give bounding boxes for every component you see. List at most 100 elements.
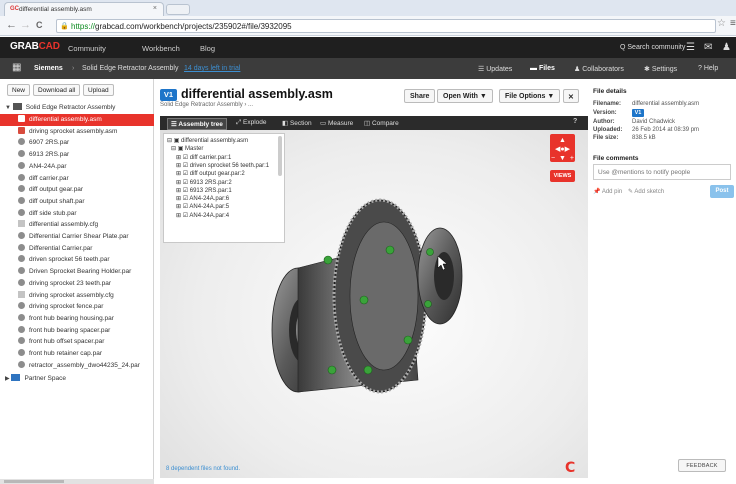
caret-down-icon[interactable]: ▼ bbox=[5, 105, 11, 111]
file-item[interactable]: differential assembly.cfg bbox=[0, 219, 154, 231]
viewer-help-icon[interactable]: ? bbox=[573, 118, 577, 125]
nav-community[interactable]: Community bbox=[68, 44, 106, 53]
new-tab-button[interactable] bbox=[166, 4, 190, 15]
apps-grid-icon[interactable]: ▦ bbox=[12, 62, 21, 73]
help-icon: ? bbox=[698, 65, 702, 72]
nav-workbench[interactable]: Workbench bbox=[142, 44, 180, 53]
file-item[interactable]: Differential Carrier Shear Plate.par bbox=[0, 231, 154, 243]
nav-help[interactable]: ? Help bbox=[698, 65, 718, 72]
file-item-label: AN4-24A.par bbox=[29, 162, 67, 170]
file-options-button[interactable]: File Options ▼ bbox=[499, 89, 561, 103]
forward-icon[interactable]: → bbox=[20, 19, 31, 32]
file-item[interactable]: front hub retainer cap.par bbox=[0, 348, 154, 360]
views-button[interactable]: VIEWS bbox=[550, 170, 575, 182]
assembly-tree-node[interactable]: ⊞ ☑ diff output gear.par:2 bbox=[167, 170, 245, 178]
file-item[interactable]: driven sprocket 56 teeth.par bbox=[0, 254, 154, 266]
tool-explode-label: Explode bbox=[243, 119, 267, 126]
new-button[interactable]: New bbox=[7, 84, 31, 96]
config-file-icon bbox=[18, 220, 25, 228]
tool-compare[interactable]: ◫ Compare bbox=[364, 119, 399, 127]
dependent-files-note[interactable]: 8 dependent files not found. bbox=[166, 466, 240, 472]
add-pin-label: Add pin bbox=[601, 189, 623, 195]
file-item[interactable]: retractor_assembly_dwo44235_24.par bbox=[0, 360, 154, 372]
caret-right-icon[interactable]: ▶ bbox=[5, 376, 10, 382]
file-item[interactable]: driving sprocket assembly.cfg bbox=[0, 290, 154, 302]
part-file-icon bbox=[18, 138, 25, 146]
file-item[interactable]: diff carrier.par bbox=[0, 173, 154, 185]
expand-icon[interactable]: ✕ bbox=[563, 89, 579, 103]
assembly-tree-node[interactable]: ⊞ ☑ diff carrier.par:1 bbox=[167, 154, 231, 162]
folder-icon bbox=[12, 103, 22, 110]
close-tab-icon[interactable]: × bbox=[153, 5, 157, 12]
assembly-3d-model[interactable] bbox=[268, 180, 478, 412]
assembly-tree-node[interactable]: ⊞ ☑ 6913 2RS.par:2 bbox=[167, 179, 232, 187]
logo-cad: CAD bbox=[38, 41, 60, 52]
open-with-button[interactable]: Open With ▼ bbox=[437, 89, 493, 103]
file-item[interactable]: driving sprocket fence.par bbox=[0, 301, 154, 313]
bookmark-star-icon[interactable]: ☆ bbox=[717, 18, 726, 29]
feedback-button[interactable]: FEEDBACK bbox=[678, 459, 726, 472]
uploaded-value: 26 Feb 2014 at 08:39 pm bbox=[632, 127, 700, 133]
search-community[interactable]: Q Search community bbox=[620, 44, 685, 51]
assembly-tree-node[interactable]: ⊞ ☑ 6913 2RS.par:1 bbox=[167, 187, 232, 195]
view-navigation-control[interactable]: ▲ ◀●▶ − ▼ + bbox=[550, 134, 575, 162]
assembly-tree-node[interactable]: ⊟ ▣ differential assembly.asm bbox=[167, 137, 248, 145]
grabcad-logo[interactable]: GRABCAD bbox=[10, 41, 60, 52]
file-item[interactable]: Driven Sprocket Bearing Holder.par bbox=[0, 266, 154, 278]
file-item[interactable]: AN4-24A.par bbox=[0, 161, 154, 173]
file-item-selected[interactable]: differential assembly.asm bbox=[0, 114, 154, 126]
file-item[interactable]: driving sprocket 23 teeth.par bbox=[0, 278, 154, 290]
tool-section[interactable]: ◧ Section bbox=[282, 119, 312, 127]
add-pin-link[interactable]: 📌 Add pin bbox=[593, 188, 622, 195]
scrollbar-thumb[interactable] bbox=[4, 480, 64, 483]
nav-files[interactable]: ▬ Files bbox=[530, 65, 555, 72]
browser-menu-icon[interactable]: ≡ bbox=[730, 18, 736, 29]
tree-scrollbar[interactable] bbox=[278, 136, 282, 176]
assembly-tree-node[interactable]: ⊞ ☑ driven sprocket 56 teeth.par:1 bbox=[167, 162, 269, 170]
tool-explode[interactable]: ⤢ Explode bbox=[236, 119, 267, 127]
assembly-tree-node[interactable]: ⊞ ☑ AN4-24A.par:4 bbox=[167, 212, 229, 220]
upload-button[interactable]: Upload bbox=[83, 84, 114, 96]
assembly-tree-node[interactable]: ⊞ ☑ AN4-24A.par:5 bbox=[167, 203, 229, 211]
file-item[interactable]: front hub bearing housing.par bbox=[0, 313, 154, 325]
file-breadcrumb[interactable]: Solid Edge Retractor Assembly › ... bbox=[160, 102, 253, 108]
file-item[interactable]: diff output gear.par bbox=[0, 184, 154, 196]
file-item-label: diff output shaft.par bbox=[29, 197, 85, 205]
file-item[interactable]: front hub offset spacer.par bbox=[0, 336, 154, 348]
file-item[interactable]: Differential Carrier.par bbox=[0, 243, 154, 255]
comment-input[interactable] bbox=[593, 164, 731, 180]
org-name[interactable]: Siemens bbox=[34, 65, 63, 72]
address-bar[interactable]: 🔒 https://grabcad.com/workbench/projects… bbox=[56, 19, 716, 33]
back-icon[interactable]: ← bbox=[6, 19, 17, 32]
author-value: David Chadwick bbox=[632, 119, 676, 125]
mail-icon[interactable]: ✉ bbox=[704, 42, 712, 53]
share-button[interactable]: Share bbox=[404, 89, 436, 103]
partner-space-folder[interactable]: ▶ Partner Space bbox=[0, 373, 154, 385]
file-item[interactable]: driving sprocket assembly.asm bbox=[0, 126, 154, 138]
file-item[interactable]: diff output shaft.par bbox=[0, 196, 154, 208]
trial-days-link[interactable]: 14 days left in trial bbox=[184, 65, 240, 72]
nav-blog[interactable]: Blog bbox=[200, 44, 215, 53]
post-comment-button[interactable]: Post bbox=[710, 185, 734, 198]
assembly-tree-node[interactable]: ⊞ ☑ AN4-24A.par:6 bbox=[167, 195, 229, 203]
nav-settings[interactable]: ✱ Settings bbox=[644, 65, 677, 73]
compare-icon: ◫ bbox=[364, 120, 371, 127]
download-all-button[interactable]: Download all bbox=[33, 84, 81, 96]
part-file-icon bbox=[18, 267, 25, 275]
project-name[interactable]: Solid Edge Retractor Assembly bbox=[82, 65, 179, 72]
tool-assembly-tree[interactable]: ☰ Assembly tree bbox=[167, 118, 227, 130]
browser-tab[interactable]: GC differential assembly.asm × bbox=[4, 2, 164, 16]
assembly-tree-node[interactable]: ⊟ ▣ Master bbox=[167, 145, 203, 153]
file-item[interactable]: 6913 2RS.par bbox=[0, 149, 154, 161]
file-item[interactable]: 6907 2RS.par bbox=[0, 137, 154, 149]
nav-collaborators[interactable]: ♟ Collaborators bbox=[574, 65, 624, 73]
user-icon[interactable]: ♟ bbox=[722, 42, 731, 53]
nav-updates[interactable]: ☰ Updates bbox=[478, 65, 512, 73]
hamburger-icon[interactable]: ☰ bbox=[686, 42, 695, 53]
reload-icon[interactable]: C bbox=[36, 19, 43, 32]
tool-measure[interactable]: ▭ Measure bbox=[320, 119, 353, 127]
file-item[interactable]: diff side stub.par bbox=[0, 208, 154, 220]
file-item[interactable]: front hub bearing spacer.par bbox=[0, 325, 154, 337]
add-sketch-link[interactable]: ✎ Add sketch bbox=[628, 188, 664, 195]
tree-root-folder[interactable]: ▼ Solid Edge Retractor Assembly bbox=[0, 102, 154, 114]
